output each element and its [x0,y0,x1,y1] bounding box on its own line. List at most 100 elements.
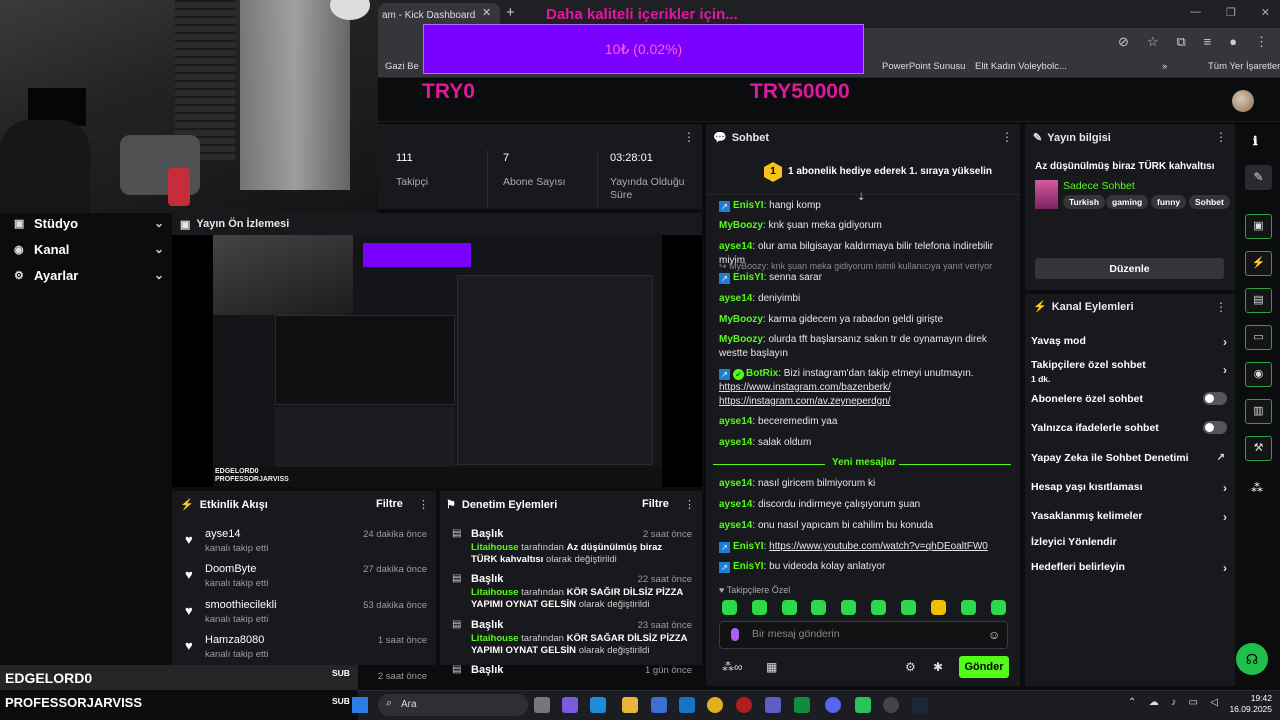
volume-icon[interactable]: ◁ [1210,697,1218,708]
wrench-icon[interactable]: ⚒ [1245,436,1272,461]
more-icon[interactable]: ⋮ [418,498,429,511]
chat-message[interactable]: ↗ EnisYI: senna sarar [719,271,1015,285]
chat-message[interactable]: MyBoozy: olurda tft başlarsanız sakın tr… [719,333,1015,361]
pencil-icon[interactable]: ✎ [1245,165,1272,190]
app-icon[interactable] [736,697,752,713]
emote-icon[interactable] [841,600,856,615]
emoji-icon[interactable]: ☺ [988,628,1000,642]
category-link[interactable]: Sadece Sohbet [1063,180,1135,192]
sidebar-item-channel[interactable]: ◉ Kanal ⌄ [14,239,164,259]
kick-icon[interactable] [855,697,871,713]
document-icon[interactable]: ▤ [1245,288,1272,313]
action-ai-moderation[interactable]: Yapay Zeka ile Sohbet Denetimi ↗ [1031,452,1227,464]
chat-input[interactable] [752,628,972,640]
close-window-icon[interactable]: ✕ [1261,6,1270,19]
outlook-icon[interactable] [679,697,695,713]
edit-button[interactable]: Düzenle [1035,258,1224,279]
tag[interactable]: gaming [1106,195,1149,209]
chat-message[interactable]: ↗ ✓ BotRix: Bizi instagram'dan takip etmey… [719,367,1015,409]
chat-message[interactable]: ↗ EnisYI: hangi komp [719,199,1015,213]
bookmark-item[interactable]: PowerPoint Sunusu [882,61,965,72]
preview-icon[interactable]: ▣ [1245,214,1272,239]
info-icon[interactable]: ℹ [1253,134,1258,148]
more-icon[interactable]: ⁂ [1251,481,1263,495]
chat-message[interactable]: ayse14: beceremedim yaa [719,415,1015,429]
emote-icon[interactable] [722,600,737,615]
mic-tray-icon[interactable]: ♪ [1171,697,1176,708]
discord-icon[interactable] [825,697,841,713]
teams-icon[interactable] [765,697,781,713]
action-set-goals[interactable]: Hedefleri belirleyin › [1031,561,1227,575]
chat-message[interactable]: ayse14: discordu indirmeye çalışıyorum ş… [719,498,1015,512]
menu-icon[interactable]: ⋮ [1255,34,1268,50]
chat-link[interactable]: https://instagram.com/av.zeyneperdgn/ [719,396,891,407]
chat-link[interactable]: https://www.youtube.com/watch?v=qhDEoalt… [769,541,988,552]
store-icon[interactable]: ▦ [766,660,777,674]
emote-icon[interactable] [901,600,916,615]
action-followers-only[interactable]: Takipçilere özel sohbet 1 dk. › [1031,359,1227,384]
emote-icon[interactable] [811,600,826,615]
reading-list-icon[interactable]: ≡ [1204,34,1212,50]
emote-icon[interactable] [871,600,886,615]
bookmark-item[interactable]: Gazi Be [385,61,419,72]
file-explorer-icon[interactable] [622,697,638,713]
chevron-up-icon[interactable]: ⌃ [1128,697,1136,708]
action-banned-words[interactable]: Yasaklanmış kelimeler › [1031,510,1227,524]
taskbar-clock[interactable]: 19:42 16.09.2025 [1228,693,1272,715]
send-button[interactable]: Gönder [959,656,1009,678]
chat-message[interactable]: ayse14: onu nasıl yapıcam bi cahilim bu … [719,519,1015,533]
profile-icon[interactable]: ● [1229,34,1237,50]
emotes-only-toggle[interactable] [1203,421,1227,434]
action-account-age[interactable]: Hesap yaşı kısıtlaması › [1031,481,1227,495]
tag[interactable]: funny [1151,195,1187,209]
xbox-icon[interactable] [794,697,810,713]
copilot-icon[interactable] [562,697,578,713]
category-thumbnail[interactable] [1035,180,1058,209]
tag[interactable]: Turkish [1063,195,1106,209]
bookmark-item[interactable]: Tüm Yer İşaretleri [1208,61,1280,72]
new-messages-divider[interactable]: Yeni mesajlar [713,457,1011,471]
emote-icon[interactable] [991,600,1006,615]
chat-message[interactable]: ↗ EnisYI: bu videoda kolay anlatıyor [719,560,1015,574]
windows-start-icon[interactable] [352,697,368,713]
quick-actions-icon[interactable]: ⁂∞ [722,660,743,674]
chat-message[interactable]: MyBoozy: knk şuan meka gidiyorum [719,219,1015,233]
chat-message[interactable]: ayse14: salak oldum [719,436,1015,450]
mic-icon[interactable] [731,628,739,641]
sidebar-item-settings[interactable]: ⚙ Ayarlar ⌄ [14,265,164,285]
subscribers-only-toggle[interactable] [1203,392,1227,405]
bookmark-item[interactable]: Elit Kadın Voleybolc... [975,61,1067,72]
network-icon[interactable]: ▭ [1188,697,1197,708]
action-slow-mode[interactable]: Yavaş mod › [1031,335,1227,349]
action-emotes-only[interactable]: Yalnızca ifadelerle sohbet [1031,421,1227,434]
restore-icon[interactable]: ❐ [1226,6,1236,19]
more-icon[interactable]: ⋮ [1001,130,1013,144]
tag[interactable]: Sohbet [1189,195,1230,209]
user-avatar[interactable] [1232,90,1254,112]
store-icon[interactable] [651,697,667,713]
action-subscribers-only[interactable]: Abonelere özel sohbet [1031,392,1227,405]
gear-icon[interactable]: ⚙ [905,660,916,674]
chat-message[interactable]: ayse14: deniyimbi [719,292,1015,306]
layout-icon[interactable]: ▥ [1245,399,1272,424]
eye-off-icon[interactable]: ⊘ [1118,34,1129,50]
star-icon[interactable]: ☆ [1147,34,1159,50]
chat-link[interactable]: https://www.instagram.com/bazenberk/ [719,382,891,393]
emote-icon[interactable] [931,600,946,615]
steam-icon[interactable] [912,697,928,713]
emote-icon[interactable] [782,600,797,615]
more-icon[interactable]: ⋮ [1215,130,1227,144]
activity-filter-button[interactable]: Filtre [376,498,403,510]
task-view-icon[interactable] [534,697,550,713]
extensions-icon[interactable]: ⧉ [1176,34,1185,50]
badge-settings-icon[interactable]: ✱ [933,660,943,674]
action-raid[interactable]: İzleyici Yönlendir [1031,536,1227,548]
cloud-icon[interactable]: ☁ [1149,697,1159,708]
chat-message[interactable]: ↗ EnisYI: https://www.youtube.com/watch?v… [719,540,1015,554]
more-icon[interactable]: ⋮ [684,498,695,511]
sidebar-item-studio[interactable]: ▣ Stüdyo ⌄ [14,213,164,233]
chat-input-box[interactable] [719,621,1008,649]
close-tab-icon[interactable]: ✕ [482,6,491,19]
bolt-icon[interactable]: ⚡ [1245,251,1272,276]
chevron-right-icon[interactable]: » [1162,61,1167,72]
